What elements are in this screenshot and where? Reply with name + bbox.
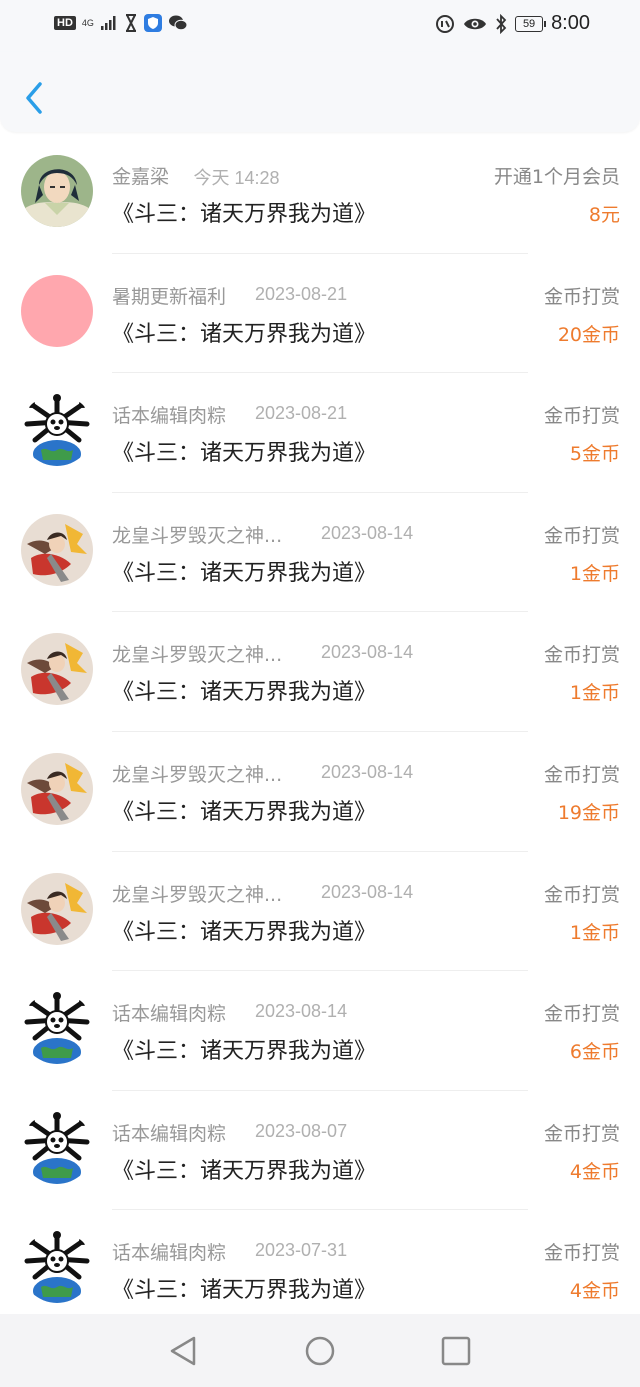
list-item[interactable]: 龙皇斗罗毁灭之神... 2023-08-14 《斗三：诸天万界我为道》 金币打赏 1金币 (0, 852, 640, 972)
sender-name[interactable]: 龙皇斗罗毁灭之神... (112, 760, 282, 787)
record-amount: 19金币 (557, 801, 620, 824)
sender-name[interactable]: 话本编辑肉粽 (112, 1238, 226, 1265)
list-item[interactable]: 龙皇斗罗毁灭之神... 2023-08-14 《斗三：诸天万界我为道》 金币打赏 1金币 (0, 612, 640, 732)
list-item[interactable]: 话本编辑肉粽 2023-07-31 《斗三：诸天万界我为道》 金币打赏 4金币 (0, 1210, 640, 1330)
sender-name[interactable]: 金嘉梁 (112, 162, 169, 189)
record-date: 2023-08-14 (321, 642, 414, 663)
avatar[interactable] (21, 274, 93, 347)
book-title: 《斗三：诸天万界我为道》 (112, 799, 377, 825)
status-left: HD 4G (54, 14, 188, 32)
record-type: 金币打赏 (543, 285, 620, 308)
sender-name[interactable]: 龙皇斗罗毁灭之神... (112, 521, 282, 548)
record-amount: 4金币 (569, 1280, 620, 1303)
record-amount: 8元 (588, 204, 620, 226)
book-title: 《斗三：诸天万界我为道》 (112, 202, 377, 227)
book-title: 《斗三：诸天万界我为道》 (112, 680, 377, 706)
signal-icon (100, 16, 116, 30)
record-type: 金币打赏 (543, 1242, 620, 1265)
data-saver-icon (436, 14, 455, 33)
network-label: 4G (81, 17, 94, 28)
wechat-icon (168, 15, 188, 31)
avatar[interactable] (21, 155, 93, 227)
book-title: 《斗三：诸天万界我为道》 (112, 1278, 377, 1304)
system-recents-button[interactable] (437, 1332, 475, 1370)
chevron-left-icon (26, 82, 42, 114)
back-button[interactable] (18, 78, 52, 118)
record-date: 2023-08-14 (255, 1001, 348, 1022)
list-item[interactable]: 龙皇斗罗毁灭之神... 2023-08-14 《斗三：诸天万界我为道》 金币打赏 19金… (0, 732, 640, 852)
reward-record-list: 金嘉梁 今天 14:28 《斗三：诸天万界我为道》 开通1个月会员 8元暑期更新福利 20… (0, 134, 640, 1330)
sender-name[interactable]: 话本编辑肉粽 (112, 401, 226, 428)
record-date: 2023-07-31 (255, 1240, 348, 1261)
hd-badge: HD (54, 16, 76, 30)
sender-name[interactable]: 龙皇斗罗毁灭之神... (112, 640, 282, 667)
system-home-button[interactable] (301, 1332, 339, 1370)
nav-bar (0, 52, 640, 132)
book-title: 《斗三：诸天万界我为道》 (112, 1158, 377, 1184)
list-item[interactable]: 暑期更新福利 2023-08-21 《斗三：诸天万界我为道》 金币打赏 20金币 (0, 254, 640, 374)
record-type: 金币打赏 (543, 524, 620, 547)
status-bar: HD 4G 59 8:00 (0, 0, 640, 52)
record-date: 今天 14:28 (193, 168, 280, 188)
eye-icon (464, 18, 487, 29)
circle-home-icon (305, 1336, 335, 1366)
record-date: 2023-08-21 (255, 403, 348, 424)
record-amount: 4金币 (569, 1160, 620, 1183)
book-title: 《斗三：诸天万界我为道》 (112, 1039, 377, 1065)
avatar[interactable] (21, 1231, 93, 1304)
avatar[interactable] (21, 992, 93, 1065)
record-type: 金币打赏 (543, 1122, 620, 1145)
shield-app-icon (143, 14, 162, 32)
avatar[interactable] (21, 513, 93, 586)
record-type: 金币打赏 (543, 644, 620, 667)
square-recents-icon (441, 1336, 471, 1366)
sender-name[interactable]: 话本编辑肉粽 (112, 999, 226, 1026)
avatar[interactable] (21, 872, 93, 945)
bluetooth-icon (496, 13, 507, 34)
record-amount: 1金币 (569, 682, 620, 705)
clock: 8:00 (551, 12, 590, 34)
avatar[interactable] (21, 1111, 93, 1184)
system-nav-bar (0, 1314, 640, 1387)
sender-name[interactable]: 龙皇斗罗毁灭之神... (112, 880, 282, 907)
record-type: 金币打赏 (543, 883, 620, 906)
record-amount: 1金币 (569, 921, 620, 944)
list-item[interactable]: 金嘉梁 今天 14:28 《斗三：诸天万界我为道》 开通1个月会员 8元 (0, 134, 640, 254)
battery-icon: 59 (515, 15, 547, 32)
record-date: 2023-08-14 (321, 881, 414, 902)
record-type: 金币打赏 (543, 763, 620, 786)
book-title: 《斗三：诸天万界我为道》 (112, 919, 377, 945)
list-item[interactable]: 话本编辑肉粽 2023-08-21 《斗三：诸天万界我为道》 金币打赏 5金币 (0, 373, 640, 493)
book-title: 《斗三：诸天万界我为道》 (112, 321, 377, 347)
system-back-button[interactable] (164, 1332, 202, 1370)
avatar[interactable] (21, 394, 93, 467)
list-item[interactable]: 话本编辑肉粽 2023-08-14 《斗三：诸天万界我为道》 金币打赏 6金币 (0, 971, 640, 1091)
status-right: 59 8:00 (435, 12, 590, 35)
list-item[interactable]: 话本编辑肉粽 2023-08-07 《斗三：诸天万界我为道》 金币打赏 4金币 (0, 1091, 640, 1211)
record-type: 金币打赏 (543, 405, 620, 428)
record-type: 开通1个月会员 (493, 166, 620, 188)
book-title: 《斗三：诸天万界我为道》 (112, 560, 377, 586)
hourglass-icon (125, 14, 136, 32)
record-date: 2023-08-14 (321, 761, 414, 782)
record-amount: 20金币 (557, 323, 620, 346)
record-amount: 5金币 (569, 443, 620, 466)
record-date: 2023-08-14 (321, 522, 414, 543)
record-date: 2023-08-07 (255, 1120, 348, 1141)
triangle-back-icon (170, 1336, 196, 1366)
book-title: 《斗三：诸天万界我为道》 (112, 441, 377, 467)
list-item[interactable]: 龙皇斗罗毁灭之神... 2023-08-14 《斗三：诸天万界我为道》 金币打赏 1金币 (0, 493, 640, 613)
record-type: 金币打赏 (543, 1003, 620, 1026)
avatar[interactable] (21, 752, 93, 825)
sender-name[interactable]: 暑期更新福利 (112, 282, 226, 309)
record-amount: 1金币 (569, 562, 620, 585)
avatar[interactable] (21, 633, 93, 706)
record-amount: 6金币 (569, 1041, 620, 1064)
record-date: 2023-08-21 (255, 283, 348, 304)
sender-name[interactable]: 话本编辑肉粽 (112, 1119, 226, 1146)
